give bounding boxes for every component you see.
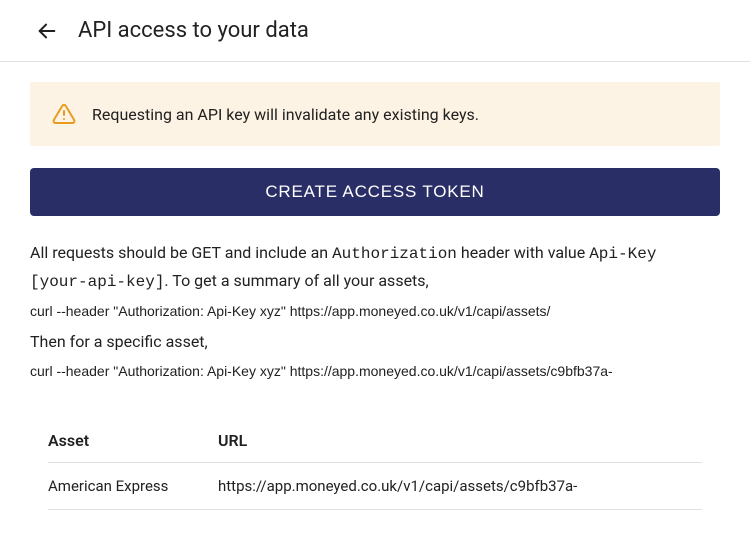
assets-table: Asset URL American Express https://app.m…: [48, 421, 702, 510]
page-header: API access to your data: [0, 0, 750, 62]
instructions-part2: header with value: [457, 243, 589, 262]
curl-example-1: curl --header "Authorization: Api-Key xy…: [30, 303, 720, 319]
code-authorization: Authorization: [332, 245, 457, 263]
table-cell-asset: American Express: [48, 462, 218, 509]
assets-table-wrap: Asset URL American Express https://app.m…: [30, 421, 720, 510]
page-title: API access to your data: [78, 18, 309, 43]
warning-alert: Requesting an API key will invalidate an…: [30, 82, 720, 146]
warning-triangle-icon: [52, 102, 76, 126]
back-arrow-icon[interactable]: [36, 20, 58, 42]
instructions-part1: All requests should be GET and include a…: [30, 243, 332, 262]
content-area: Requesting an API key will invalidate an…: [0, 62, 750, 510]
then-text: Then for a specific asset,: [30, 329, 720, 355]
table-header-asset: Asset: [48, 421, 218, 463]
curl-example-2: curl --header "Authorization: Api-Key xy…: [30, 363, 720, 379]
instructions-text: All requests should be GET and include a…: [30, 240, 720, 295]
instructions-part3: . To get a summary of all your assets,: [164, 271, 428, 290]
create-access-token-button[interactable]: CREATE ACCESS TOKEN: [30, 168, 720, 216]
table-header-url: URL: [218, 421, 702, 463]
table-cell-url: https://app.moneyed.co.uk/v1/capi/assets…: [218, 462, 702, 509]
table-row: American Express https://app.moneyed.co.…: [48, 462, 702, 509]
warning-text: Requesting an API key will invalidate an…: [92, 105, 479, 124]
